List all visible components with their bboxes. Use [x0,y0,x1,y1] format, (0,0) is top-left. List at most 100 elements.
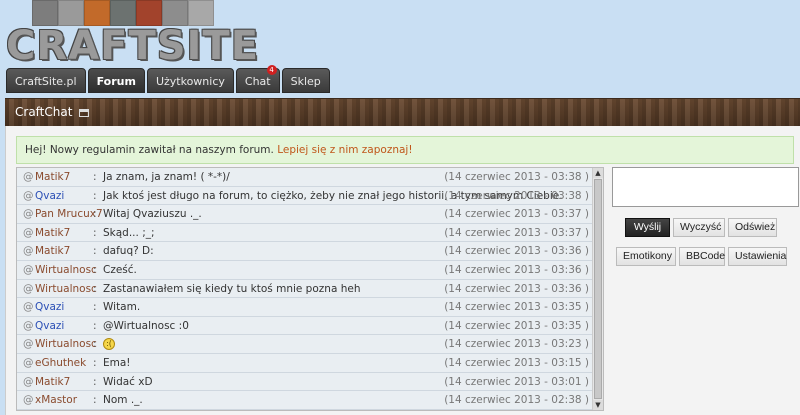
message-separator: : [93,171,97,183]
mention-button[interactable]: @ [23,320,34,332]
message-separator: : [93,189,97,202]
message-row: @ Pan Mrucux7: Witaj Qvaziuszu ._. (14 czer… [17,205,603,224]
message-row: @ Matik7: Skąd... ;_; (14 czerwiec 2013 - 0… [17,223,603,243]
message-username[interactable]: Qvazi [35,298,64,316]
message-separator: : [93,282,97,295]
nav-tab-craftsite[interactable]: CraftSite.pl [6,68,86,93]
site-header: CRAFTSITE CraftSite.pl Forum Użytkownicy… [0,0,800,96]
message-text: Skąd... ;_; [103,226,155,239]
scroll-up-arrow-icon[interactable]: ▲ [593,168,603,178]
mention-button[interactable]: @ [23,283,34,295]
message-timestamp: (14 czerwiec 2013 - 03:36 ) [444,282,589,295]
message-separator: : [93,263,97,276]
message-timestamp: (14 czerwiec 2013 - 03:23 ) [444,338,589,351]
notice-text: Hej! Nowy regulamin zawitał na naszym fo… [25,144,278,156]
chat-panel: Hej! Nowy regulamin zawitał na naszym fo… [5,126,800,415]
message-list: @ Matik7: Ja znam, ja znam! ( *-*)/(14 cze… [16,167,604,411]
popout-window-icon[interactable] [79,109,90,117]
chat-badge: 4 [266,65,277,75]
message-separator: : [93,245,97,258]
mention-button[interactable]: @ [23,376,34,388]
emoticons-button[interactable]: Emotikony [616,247,676,266]
message-row: @ Wirtualnosc: :( (14 czerwiec 2013 - 03:23… [17,335,603,354]
message-username[interactable]: Matik7 [35,224,70,242]
bbcode-button[interactable]: BBCode [679,247,725,266]
message-row: @ Wirtualnosc: Cześć. (14 czerwiec 2013 - 0… [17,260,603,280]
message-row: @ Qvazi: Witam. (14 czerwiec 2013 - 03:35 ) [17,298,603,317]
message-timestamp: (14 czerwiec 2013 - 03:38 ) [444,171,589,183]
message-separator: : [93,208,97,221]
mention-button[interactable]: @ [23,357,34,369]
message-separator: : [93,226,97,239]
message-separator: : [93,319,97,332]
main-nav: CraftSite.pl Forum Użytkownicy Chat 4 Sk… [6,65,330,93]
message-separator: : [93,375,97,388]
mention-button[interactable]: @ [23,394,34,406]
message-text: Widać xD [103,375,153,388]
message-username[interactable]: Wirtualnosc [35,261,97,279]
settings-button[interactable]: Ustawienia [728,247,787,266]
message-row: @ Matik7: dafuq? D: (14 czerwiec 2013 - 03:… [17,242,603,261]
nav-tab-shop[interactable]: Sklep [281,68,330,93]
message-text: Ema! [103,356,131,369]
message-username[interactable]: Matik7 [35,168,70,186]
message-username[interactable]: eGhuthek [35,354,86,372]
mention-button[interactable]: @ [23,338,34,350]
nav-tab-forum[interactable]: Forum [87,68,145,93]
message-separator: : [93,301,97,314]
site-logo[interactable]: CRAFTSITE [6,24,259,68]
sad-emoticon-icon: :( [103,338,115,351]
mention-button[interactable]: @ [23,190,34,202]
message-timestamp: (14 czerwiec 2013 - 03:38 ) [444,189,589,202]
message-username[interactable]: Qvazi [35,317,64,335]
message-text: Witam. [103,301,141,314]
message-text: Witaj Qvaziuszu ._. [103,208,202,221]
message-row: @ Matik7: Widać xD (14 czerwiec 2013 - 03:0… [17,372,603,392]
mention-button[interactable]: @ [23,208,34,220]
message-text: Ja znam, ja znam! ( *-*)/ [103,171,230,183]
message-username[interactable]: xMastor [35,391,77,409]
message-text: Cześć. [103,263,137,276]
message-text: @Wirtualnosc :0 [103,319,189,332]
mention-button[interactable]: @ [23,264,34,276]
mention-button[interactable]: @ [23,245,34,257]
notice-banner: Hej! Nowy regulamin zawitał na naszym fo… [16,136,794,164]
message-separator: : [93,394,97,407]
message-username[interactable]: Wirtualnosc [35,280,97,298]
message-username[interactable]: Matik7 [35,373,70,391]
message-text: Zastanawiałem się kiedy tu ktoś mnie poz… [103,282,361,295]
nav-tab-users[interactable]: Użytkownicy [146,68,234,93]
message-timestamp: (14 czerwiec 2013 - 03:37 ) [444,226,589,239]
nav-tab-chat-label: Chat [244,75,271,88]
message-row: @ Qvazi: @Wirtualnosc :0 (14 czerwiec 2013 … [17,316,603,336]
message-row: @ Matik7: Ja znam, ja znam! ( *-*)/ (14 cze… [17,168,603,187]
message-text: Nom ._. [103,394,143,407]
message-username[interactable]: Wirtualnosc [35,335,97,353]
message-scrollbar[interactable]: ▲ ▼ [592,168,603,410]
message-row: @ Wirtualnosc: Zastanawiałem się kiedy tu … [17,279,603,299]
message-separator: : [93,338,97,351]
message-username[interactable]: Qvazi [35,187,64,205]
scroll-thumb[interactable] [594,179,602,399]
chat-title-text: CraftChat [15,105,73,119]
message-timestamp: (14 czerwiec 2013 - 03:01 ) [444,375,589,388]
mention-button[interactable]: @ [23,301,34,313]
message-username[interactable]: Matik7 [35,242,70,260]
message-timestamp: (14 czerwiec 2013 - 03:15 ) [444,356,589,369]
chat-message-input[interactable] [612,167,799,207]
scroll-down-arrow-icon[interactable]: ▼ [593,400,603,410]
message-text: dafuq? D: [103,245,154,258]
mention-button[interactable]: @ [23,227,34,239]
message-timestamp: (14 czerwiec 2013 - 03:37 ) [444,208,589,221]
nav-tab-chat[interactable]: Chat 4 [235,65,280,93]
mention-button[interactable]: @ [23,171,34,183]
message-timestamp: (14 czerwiec 2013 - 03:36 ) [444,245,589,258]
message-timestamp: (14 czerwiec 2013 - 03:35 ) [444,319,589,332]
refresh-button[interactable]: Odśwież [728,218,777,237]
chat-titlebar: CraftChat [5,98,800,126]
message-timestamp: (14 czerwiec 2013 - 03:36 ) [444,263,589,276]
clear-button[interactable]: Wyczyść [673,218,725,237]
notice-link[interactable]: Lepiej się z nim zapoznaj! [277,144,412,156]
message-row: @ eGhuthek: Ema! (14 czerwiec 2013 - 03:15 … [17,353,603,373]
send-button[interactable]: Wyślij [625,218,670,237]
